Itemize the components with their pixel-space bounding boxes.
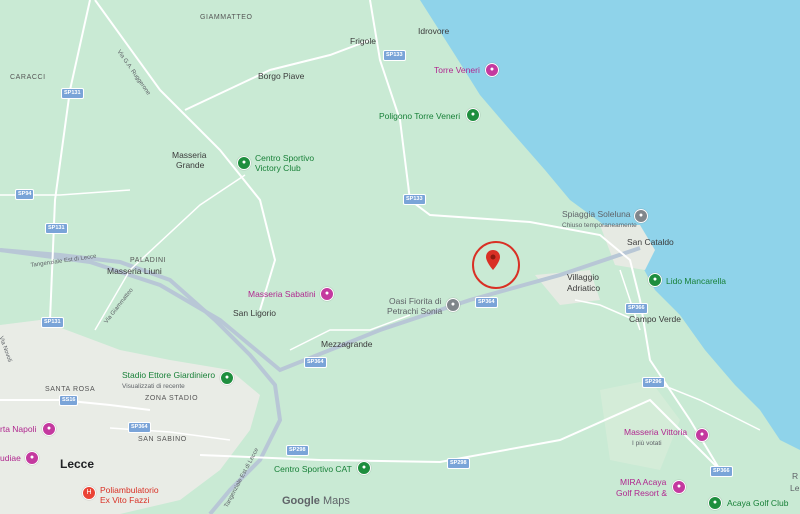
road-shield-sp131-a: SP131 [61, 88, 84, 99]
masseria-grande-label-2[interactable]: Grande [176, 160, 204, 171]
stadio-note: Visualizzati di recente [122, 383, 185, 390]
idrovore-label[interactable]: Idrovore [418, 26, 449, 37]
spiaggia-name: Spiaggia Soleluna [562, 209, 631, 219]
gudiae-pin-icon[interactable]: ● [25, 451, 39, 465]
centro-sportivo-pin-icon[interactable]: ● [237, 156, 251, 170]
stadio-label[interactable]: Stadio Ettore Giardiniero Visualizzati d… [122, 370, 215, 392]
zona-stadio-label: ZONA STADIO [145, 395, 199, 402]
borgo-piave-label[interactable]: Borgo Piave [258, 71, 304, 82]
spiaggia-label[interactable]: Spiaggia Soleluna Chiuso temporaneamente [562, 209, 637, 231]
masseria-sabatini-label[interactable]: Masseria Sabatini [248, 289, 316, 300]
spiaggia-pin-icon[interactable]: ● [634, 209, 648, 223]
road-shield-sp133-b: SP133 [403, 194, 426, 205]
map-canvas[interactable]: GIAMMATTEO CARACCI PALADINI SANTA ROSA Z… [0, 0, 800, 514]
paladini-label: PALADINI [130, 257, 167, 264]
road-shield-sp131-c: SP131 [41, 317, 64, 328]
san-ligorio-label[interactable]: San Ligorio [233, 308, 276, 319]
poligono-label[interactable]: Poligono Torre Veneri [379, 111, 460, 122]
campo-verde-label[interactable]: Campo Verde [629, 314, 681, 325]
road-shield-sp364-a: SP364 [475, 297, 498, 308]
mira-pin-icon[interactable]: ● [672, 480, 686, 494]
giammatteo-label: GIAMMATTEO [200, 14, 253, 21]
torre-veneri-label[interactable]: Torre Veneri [434, 65, 480, 76]
hospital-pin-icon[interactable]: H [82, 486, 96, 500]
lecce-label[interactable]: Lecce [60, 458, 94, 470]
masseria-vittoria-label[interactable]: Masseria Vittoria I più votati [624, 427, 687, 449]
gudiae-label[interactable]: udiae [0, 453, 21, 464]
road-shield-sp366-b: SP366 [710, 466, 733, 477]
google-wordmark: Google [282, 495, 320, 507]
road-shield-sp296: SP296 [642, 377, 665, 388]
acaya-area [600, 380, 680, 470]
acaya-golf-pin-icon[interactable]: ● [708, 496, 722, 510]
caracci-label: CARACCI [10, 74, 46, 81]
masseria-vittoria-name: Masseria Vittoria [624, 427, 688, 437]
villaggio-adriatico-label-1[interactable]: Villaggio [567, 272, 599, 283]
edge-label-r: R [792, 471, 799, 481]
cat-label[interactable]: Centro Sportivo CAT [274, 464, 352, 475]
road-shield-sp364-c: SP364 [128, 422, 151, 433]
maps-wordmark: Maps [322, 495, 350, 507]
oasi-pin-icon[interactable]: ● [446, 298, 460, 312]
san-cataldo-label[interactable]: San Cataldo [627, 237, 674, 248]
torta-napoli-label[interactable]: rta Napoli [0, 424, 36, 435]
road-shield-sp298-a: SP298 [286, 445, 309, 456]
stadio-name: Stadio Ettore Giardiniero [122, 370, 216, 380]
sp131-road [49, 0, 91, 321]
acaya-golf-label[interactable]: Acaya Golf Club [727, 498, 788, 509]
location-pin-icon[interactable] [486, 250, 500, 270]
san-sabino-label: SAN SABINO [138, 436, 187, 443]
coastal-road [574, 299, 631, 319]
torta-napoli-pin-icon[interactable]: ● [42, 422, 56, 436]
mira-label-1[interactable]: MIRA Acaya [620, 477, 666, 488]
road-shield-sp298-b: SP298 [447, 458, 470, 469]
road-shield-sp364-b: SP364 [304, 357, 327, 368]
villaggio-adriatico-label-2[interactable]: Adriatico [567, 283, 600, 294]
road-shield-ss16: SS16 [59, 395, 79, 406]
masseria-vittoria-note: I più votati [632, 440, 662, 447]
google-maps-logo: Google Maps [282, 495, 350, 507]
masseria-liuni-label[interactable]: Masseria Liuni [107, 266, 162, 277]
spiaggia-status: Chiuso temporaneamente [562, 222, 637, 229]
poligono-pin-icon[interactable]: ● [466, 108, 480, 122]
lido-pin-icon[interactable]: ● [648, 273, 662, 287]
mira-label-2[interactable]: Golf Resort & [616, 488, 667, 499]
masseria-vittoria-pin-icon[interactable]: ● [695, 428, 709, 442]
lido-label[interactable]: Lido Mancarella [666, 276, 726, 287]
mezzagrande-label[interactable]: Mezzagrande [321, 339, 373, 350]
poliambulatorio-label-2[interactable]: Ex Vito Fazzi [100, 495, 149, 506]
frigole-label[interactable]: Frigole [350, 36, 376, 47]
oasi-label-2[interactable]: Petrachi Sonia [387, 306, 442, 317]
road-shield-sp94: SP94 [15, 189, 35, 200]
road-shield-sp133-a: SP133 [383, 50, 406, 61]
masseria-sabatini-pin-icon[interactable]: ● [320, 287, 334, 301]
santa-rosa-label: SANTA ROSA [45, 386, 96, 393]
centro-sportivo-label-2[interactable]: Victory Club [255, 163, 301, 174]
cat-pin-icon[interactable]: ● [357, 461, 371, 475]
road-shield-sp366: SP366 [625, 303, 648, 314]
edge-label-le: Le [790, 483, 800, 493]
torre-veneri-pin-icon[interactable]: ● [485, 63, 499, 77]
road-shield-sp131-b: SP131 [45, 223, 68, 234]
stadio-pin-icon[interactable]: ● [220, 371, 234, 385]
